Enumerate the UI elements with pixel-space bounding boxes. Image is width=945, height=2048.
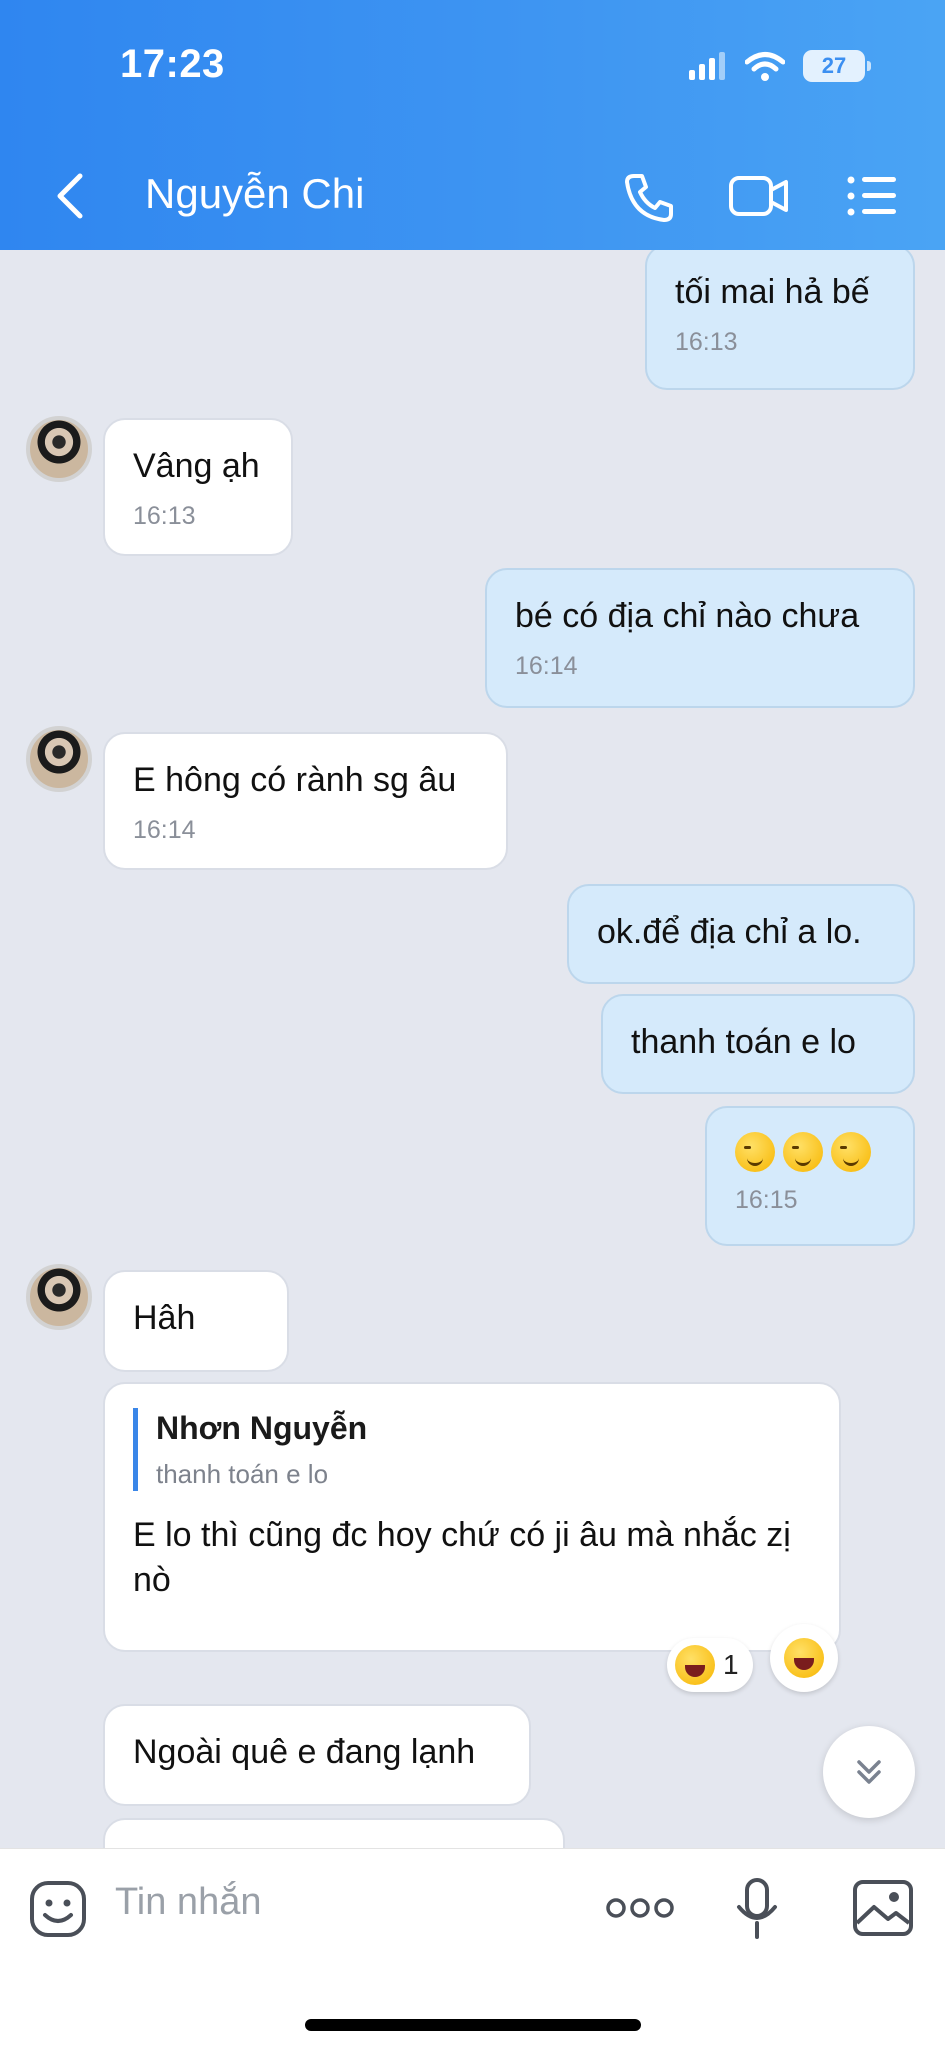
scroll-to-bottom-button[interactable] bbox=[823, 1726, 915, 1818]
more-options-icon[interactable] bbox=[605, 1893, 675, 1923]
chat-title[interactable]: Nguyễn Chi bbox=[145, 170, 364, 218]
phone-icon[interactable] bbox=[622, 170, 676, 224]
avatar[interactable] bbox=[26, 726, 92, 792]
message-text: Ngoài quê e đang lạnh bbox=[133, 1733, 476, 1771]
message-text: Vâng ạh bbox=[133, 447, 260, 485]
message-input[interactable]: Tin nhắn bbox=[115, 1881, 261, 1924]
message-text: Hâh bbox=[133, 1299, 196, 1337]
message-bubble-incoming[interactable]: E hông có rành sg âu 16:14 bbox=[103, 732, 508, 870]
laugh-emoji-icon bbox=[784, 1638, 824, 1678]
quoted-author: Nhơn Nguyễn bbox=[156, 1410, 368, 1446]
message-list[interactable]: tối mai hả bế 16:13 Vâng ạh 16:13 bé có … bbox=[0, 250, 945, 1848]
message-time: 16:15 bbox=[735, 1186, 798, 1214]
add-reaction-button[interactable] bbox=[770, 1624, 838, 1692]
message-bubble-outgoing[interactable]: 16:15 bbox=[705, 1106, 915, 1246]
video-icon[interactable] bbox=[728, 170, 790, 222]
avatar[interactable] bbox=[26, 416, 92, 482]
message-text: ok.để địa chỉ a lo. bbox=[597, 913, 862, 951]
message-bubble-outgoing[interactable]: ok.để địa chỉ a lo. bbox=[567, 884, 915, 984]
sticker-icon[interactable] bbox=[28, 1879, 88, 1939]
home-indicator bbox=[305, 2019, 641, 2031]
message-time: 16:13 bbox=[133, 502, 196, 531]
message-text: E lo thì cũng đc hoy chứ có ji âu mà nhắ… bbox=[133, 1516, 791, 1599]
message-bubble-incoming[interactable]: Vâng ạh 16:13 bbox=[103, 418, 293, 556]
message-text: tối mai hả bế bbox=[675, 273, 870, 311]
wifi-icon bbox=[745, 52, 785, 81]
message-text: E hông có rành sg âu bbox=[133, 761, 457, 799]
wink-emoji-icon bbox=[783, 1132, 823, 1172]
laugh-emoji-icon bbox=[675, 1645, 715, 1685]
message-bubble-incoming[interactable]: Hâh bbox=[103, 1270, 289, 1372]
back-icon[interactable] bbox=[50, 170, 90, 222]
message-bubble-outgoing[interactable]: bé có địa chỉ nào chưa 16:14 bbox=[485, 568, 915, 708]
reaction-count-badge[interactable]: 1 bbox=[667, 1638, 753, 1692]
message-bubble-outgoing[interactable]: tối mai hả bế 16:13 bbox=[645, 250, 915, 390]
quoted-message[interactable]: Nhơn Nguyễn thanh toán e lo bbox=[133, 1408, 811, 1492]
mic-icon[interactable] bbox=[735, 1877, 779, 1941]
composer-bar: Tin nhắn bbox=[0, 1848, 945, 2048]
avatar[interactable] bbox=[26, 1264, 92, 1330]
reaction-count: 1 bbox=[723, 1649, 739, 1680]
message-bubble-incoming[interactable]: Ngoài quê e đang lạnh bbox=[103, 1704, 531, 1806]
message-time: 16:13 bbox=[675, 328, 738, 357]
emoji-row bbox=[735, 1132, 885, 1172]
wink-emoji-icon bbox=[831, 1132, 871, 1172]
quoted-text: thanh toán e lo bbox=[156, 1458, 329, 1489]
message-bubble-reply[interactable]: Nhơn Nguyễn thanh toán e lo E lo thì cũn… bbox=[103, 1382, 841, 1652]
message-text: bé có địa chỉ nào chưa bbox=[515, 597, 860, 635]
battery-indicator: 27 bbox=[803, 50, 871, 82]
message-time: 16:14 bbox=[133, 816, 196, 845]
signal-icon bbox=[689, 52, 725, 80]
status-icons: 27 bbox=[689, 50, 871, 82]
message-text: thanh toán e lo bbox=[631, 1023, 856, 1061]
menu-icon[interactable] bbox=[846, 170, 898, 222]
wink-emoji-icon bbox=[735, 1132, 775, 1172]
chevron-double-down-icon bbox=[857, 1760, 881, 1784]
status-time: 17:23 bbox=[120, 42, 225, 86]
message-bubble-incoming[interactable] bbox=[103, 1818, 565, 1848]
image-icon[interactable] bbox=[852, 1879, 914, 1937]
chat-header: 17:23 27 Nguyễn Chi bbox=[0, 0, 945, 250]
message-time: 16:14 bbox=[515, 652, 578, 681]
message-bubble-outgoing[interactable]: thanh toán e lo bbox=[601, 994, 915, 1094]
